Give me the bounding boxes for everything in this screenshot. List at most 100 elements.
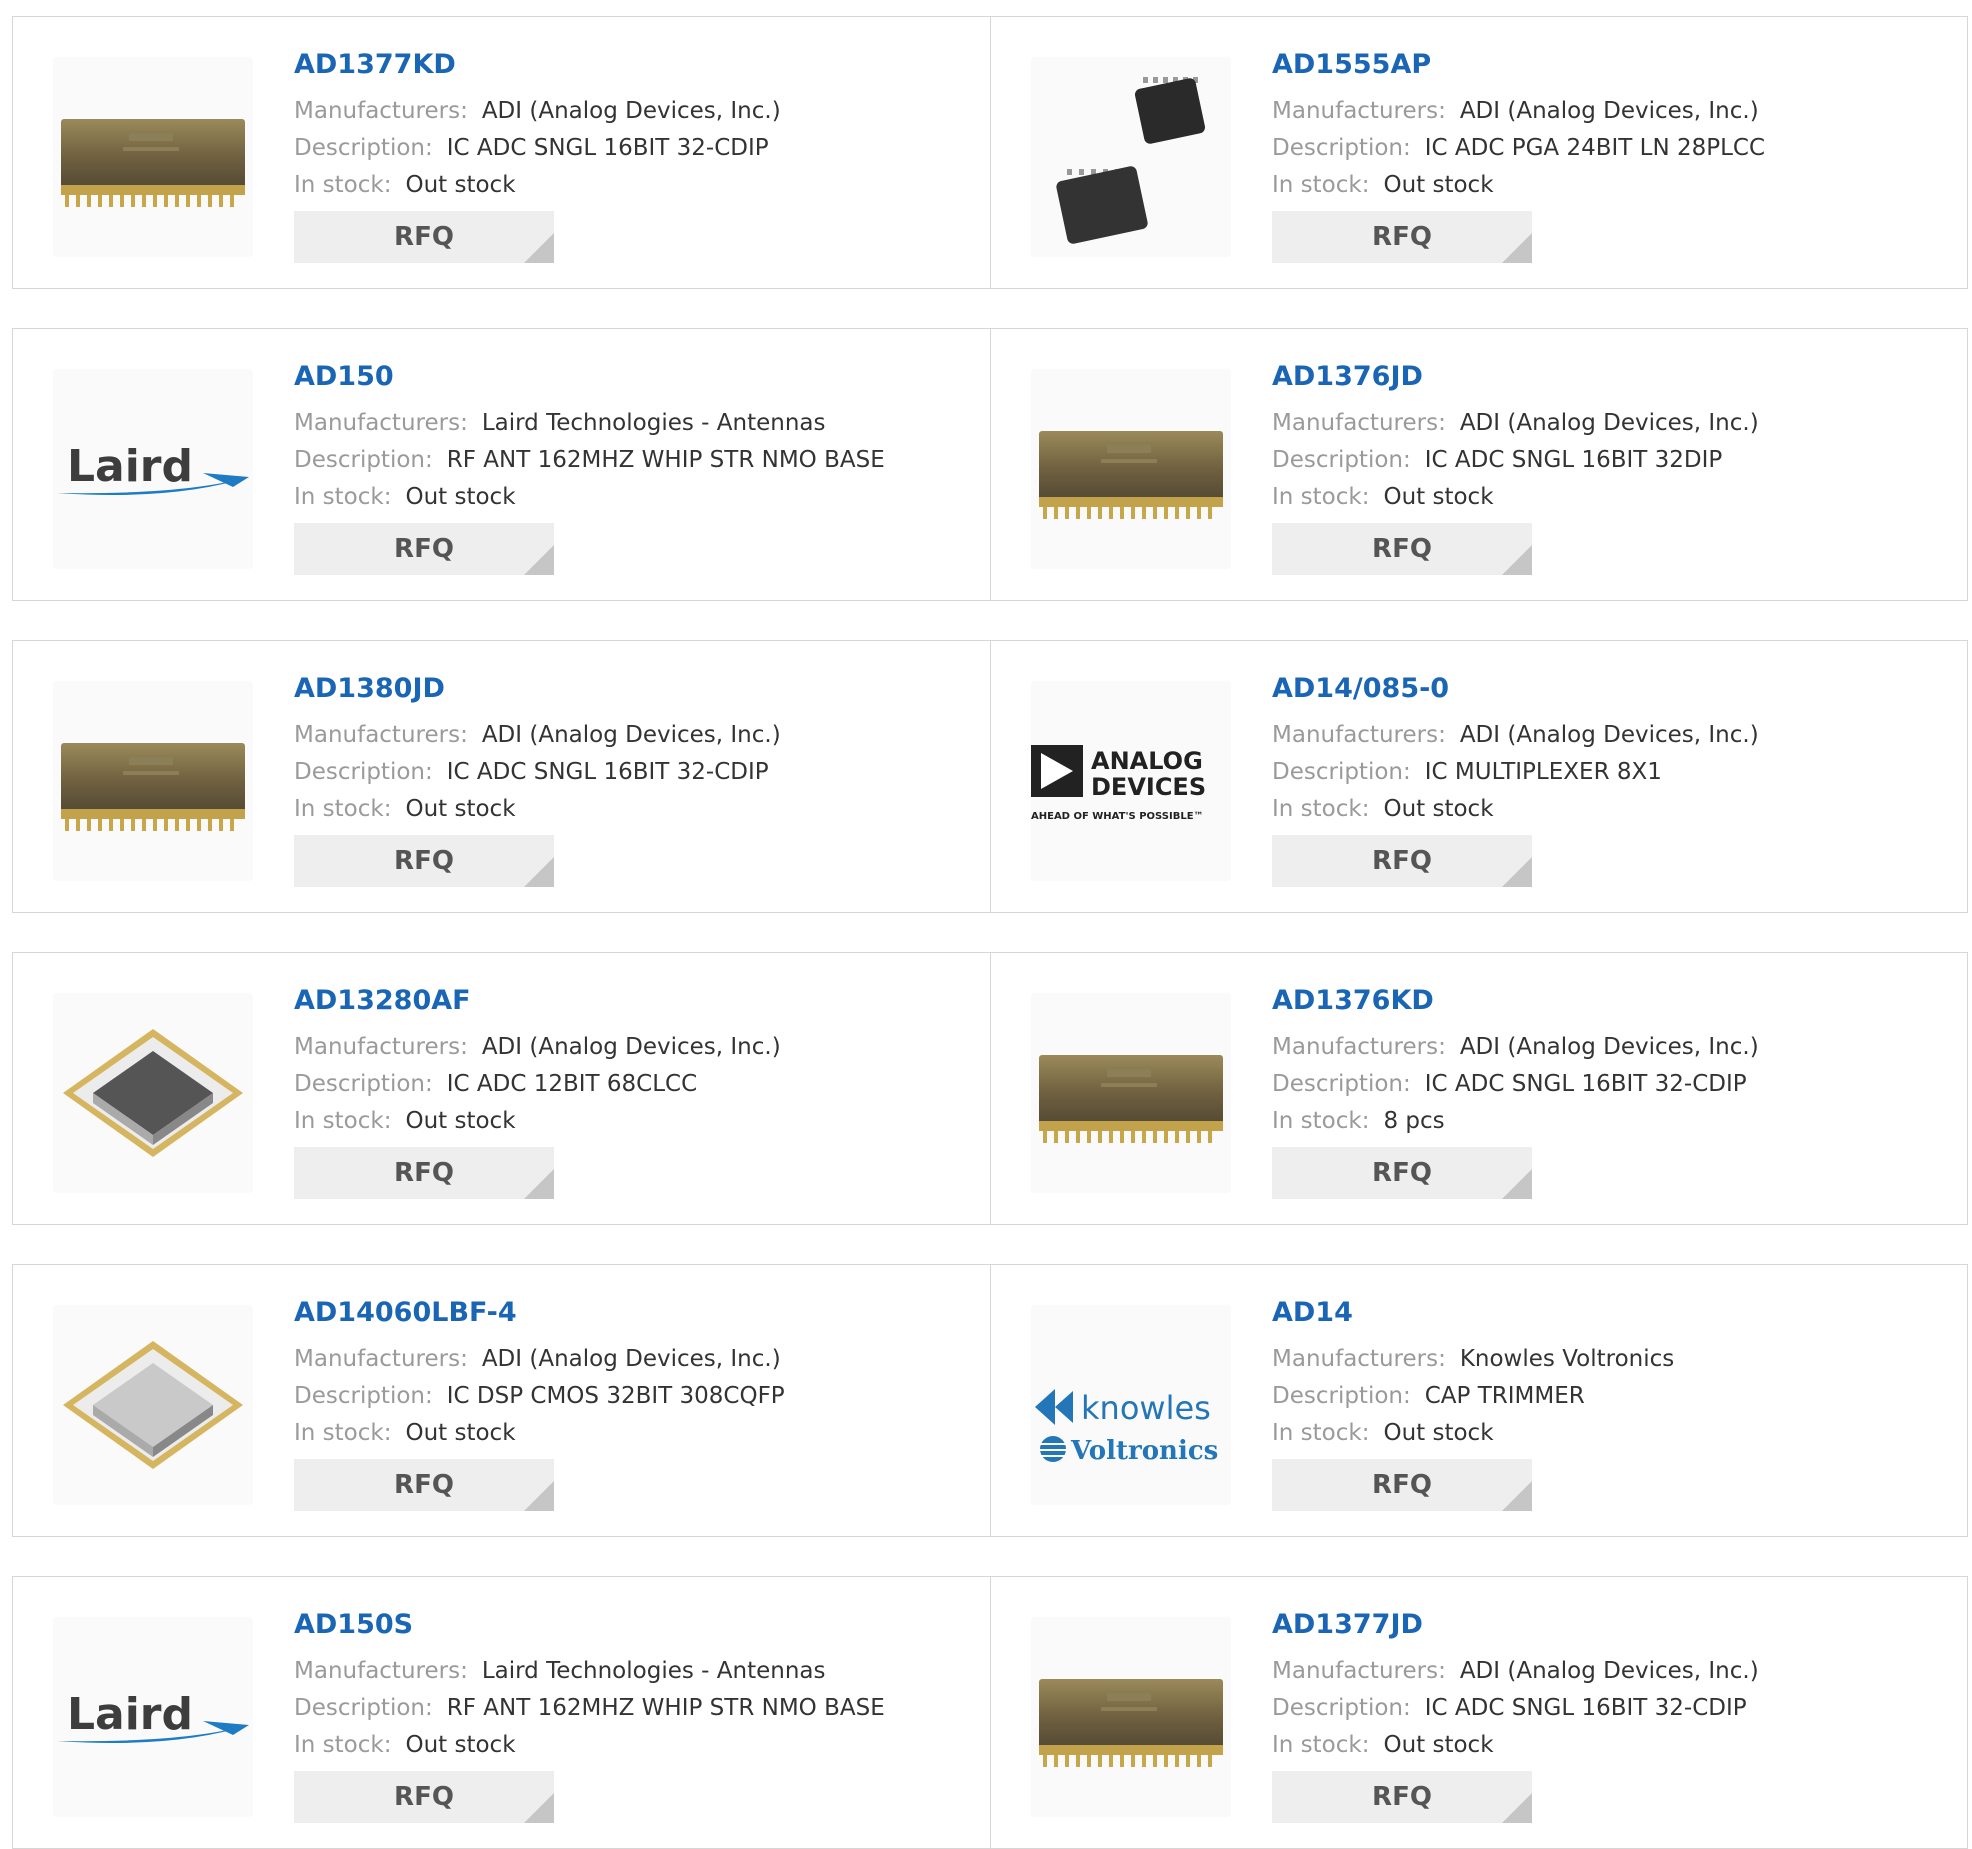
part-number-link[interactable]: AD1376JD (1272, 359, 1947, 395)
svg-text:Voltronics: Voltronics (1070, 1436, 1218, 1466)
manufacturer-line: Manufacturers: ADI (Analog Devices, Inc.) (1272, 1029, 1947, 1066)
part-number-link[interactable]: AD1380JD (294, 671, 970, 707)
manufacturer-label: Manufacturers: (294, 98, 468, 124)
rfq-button[interactable]: RFQ (1272, 211, 1532, 263)
stock-value: Out stock (405, 1420, 516, 1446)
product-card: AD13280AF Manufacturers: ADI (Analog Devi… (13, 953, 990, 1224)
manufacturer-value: ADI (Analog Devices, Inc.) (481, 722, 781, 748)
part-number-link[interactable]: AD150 (294, 359, 970, 395)
dip-chip[interactable] (1031, 993, 1231, 1193)
description-label: Description: (294, 135, 433, 161)
part-number-link[interactable]: AD13280AF (294, 983, 970, 1019)
description-value: IC ADC SNGL 16BIT 32-CDIP (446, 135, 769, 161)
description-line: Description: IC MULTIPLEXER 8X1 (1272, 754, 1947, 791)
plcc-chip[interactable] (1031, 57, 1231, 257)
product-card: AD1380JD Manufacturers: ADI (Analog Devic… (13, 641, 990, 912)
analog-devices-logo[interactable]: ANALOG DEVICES AHEAD OF WHAT'S POSSIBLE™ (1031, 681, 1231, 881)
rfq-corner-decoration (524, 1481, 554, 1511)
description-value: IC DSP CMOS 32BIT 308CQFP (446, 1383, 785, 1409)
clcc-chip[interactable] (53, 993, 253, 1193)
product-grid: AD1377KD Manufacturers: ADI (Analog Devic… (0, 0, 1972, 1849)
stock-label: In stock: (1272, 1108, 1370, 1134)
manufacturer-line: Manufacturers: Laird Technologies - Anten… (294, 405, 970, 442)
description-label: Description: (294, 447, 433, 473)
manufacturer-label: Manufacturers: (294, 1034, 468, 1060)
rfq-corner-decoration (524, 1169, 554, 1199)
rfq-button[interactable]: RFQ (1272, 1147, 1532, 1199)
dip-chip[interactable] (53, 681, 253, 881)
rfq-label: RFQ (1372, 222, 1432, 252)
dip-chip[interactable] (1031, 1617, 1231, 1817)
description-line: Description: IC ADC 12BIT 68CLCC (294, 1066, 970, 1103)
part-number-link[interactable]: AD150S (294, 1607, 970, 1643)
stock-value: Out stock (1383, 172, 1494, 198)
part-number-link[interactable]: AD14/085-0 (1272, 671, 1947, 707)
rfq-button[interactable]: RFQ (1272, 523, 1532, 575)
laird-logo[interactable]: Laird (53, 369, 253, 569)
rfq-button[interactable]: RFQ (294, 211, 554, 263)
part-number-link[interactable]: AD1377KD (294, 47, 970, 83)
stock-label: In stock: (294, 1108, 392, 1134)
rfq-corner-decoration (524, 233, 554, 263)
description-line: Description: IC ADC SNGL 16BIT 32-CDIP (1272, 1066, 1947, 1103)
rfq-button[interactable]: RFQ (294, 1771, 554, 1823)
stock-line: In stock: Out stock (294, 167, 970, 204)
cqfp-chip[interactable] (53, 1305, 253, 1505)
product-row: AD13280AF Manufacturers: ADI (Analog Devi… (12, 952, 1968, 1225)
part-number-link[interactable]: AD1555AP (1272, 47, 1947, 83)
rfq-button[interactable]: RFQ (1272, 1459, 1532, 1511)
rfq-button[interactable]: RFQ (294, 523, 554, 575)
description-label: Description: (294, 759, 433, 785)
knowles-voltronics-logo[interactable]: knowles Voltronics (1031, 1305, 1231, 1505)
description-label: Description: (1272, 1071, 1411, 1097)
rfq-button[interactable]: RFQ (294, 835, 554, 887)
description-label: Description: (294, 1071, 433, 1097)
stock-value: Out stock (405, 796, 516, 822)
rfq-button[interactable]: RFQ (1272, 835, 1532, 887)
dip-chip[interactable] (1031, 369, 1231, 569)
manufacturer-line: Manufacturers: ADI (Analog Devices, Inc.) (294, 93, 970, 130)
rfq-button[interactable]: RFQ (294, 1147, 554, 1199)
part-number-link[interactable]: AD14 (1272, 1295, 1947, 1331)
laird-logo[interactable]: Laird (53, 1617, 253, 1817)
part-number-link[interactable]: AD14060LBF-4 (294, 1295, 970, 1331)
manufacturer-value: ADI (Analog Devices, Inc.) (481, 1034, 781, 1060)
description-value: IC MULTIPLEXER 8X1 (1424, 759, 1662, 785)
part-number-link[interactable]: AD1377JD (1272, 1607, 1947, 1643)
rfq-button[interactable]: RFQ (1272, 1771, 1532, 1823)
product-info: AD14 Manufacturers: Knowles Voltronics De… (1272, 1295, 1947, 1511)
description-label: Description: (1272, 1383, 1411, 1409)
description-line: Description: RF ANT 162MHZ WHIP STR NMO B… (294, 442, 970, 479)
description-line: Description: IC ADC SNGL 16BIT 32-CDIP (1272, 1690, 1947, 1727)
product-card: ANALOG DEVICES AHEAD OF WHAT'S POSSIBLE™… (990, 641, 1967, 912)
stock-value: Out stock (405, 1732, 516, 1758)
stock-label: In stock: (294, 1420, 392, 1446)
product-row: AD1380JD Manufacturers: ADI (Analog Devic… (12, 640, 1968, 913)
product-info: AD150S Manufacturers: Laird Technologies … (294, 1607, 970, 1823)
description-line: Description: IC DSP CMOS 32BIT 308CQFP (294, 1378, 970, 1415)
stock-line: In stock: Out stock (1272, 1415, 1947, 1452)
rfq-corner-decoration (524, 545, 554, 575)
dip-chip[interactable] (53, 57, 253, 257)
rfq-button[interactable]: RFQ (294, 1459, 554, 1511)
stock-label: In stock: (1272, 1732, 1370, 1758)
stock-label: In stock: (1272, 1420, 1370, 1446)
rfq-label: RFQ (394, 222, 454, 252)
manufacturer-label: Manufacturers: (1272, 722, 1446, 748)
stock-value: 8 pcs (1383, 1108, 1445, 1134)
description-value: IC ADC SNGL 16BIT 32DIP (1424, 447, 1723, 473)
product-card: knowles Voltronics AD14 Manufacturers: Kn… (990, 1265, 1967, 1536)
svg-text:Laird: Laird (67, 1689, 193, 1740)
manufacturer-line: Manufacturers: ADI (Analog Devices, Inc.) (1272, 717, 1947, 754)
stock-line: In stock: Out stock (1272, 1727, 1947, 1764)
stock-line: In stock: Out stock (1272, 167, 1947, 204)
rfq-label: RFQ (1372, 846, 1432, 876)
product-card: AD1555AP Manufacturers: ADI (Analog Devic… (990, 17, 1967, 288)
description-value: IC ADC SNGL 16BIT 32-CDIP (1424, 1071, 1747, 1097)
product-info: AD1555AP Manufacturers: ADI (Analog Devic… (1272, 47, 1947, 263)
part-number-link[interactable]: AD1376KD (1272, 983, 1947, 1019)
stock-line: In stock: Out stock (1272, 791, 1947, 828)
stock-value: Out stock (1383, 1420, 1494, 1446)
stock-label: In stock: (1272, 796, 1370, 822)
description-value: IC ADC SNGL 16BIT 32-CDIP (1424, 1695, 1747, 1721)
